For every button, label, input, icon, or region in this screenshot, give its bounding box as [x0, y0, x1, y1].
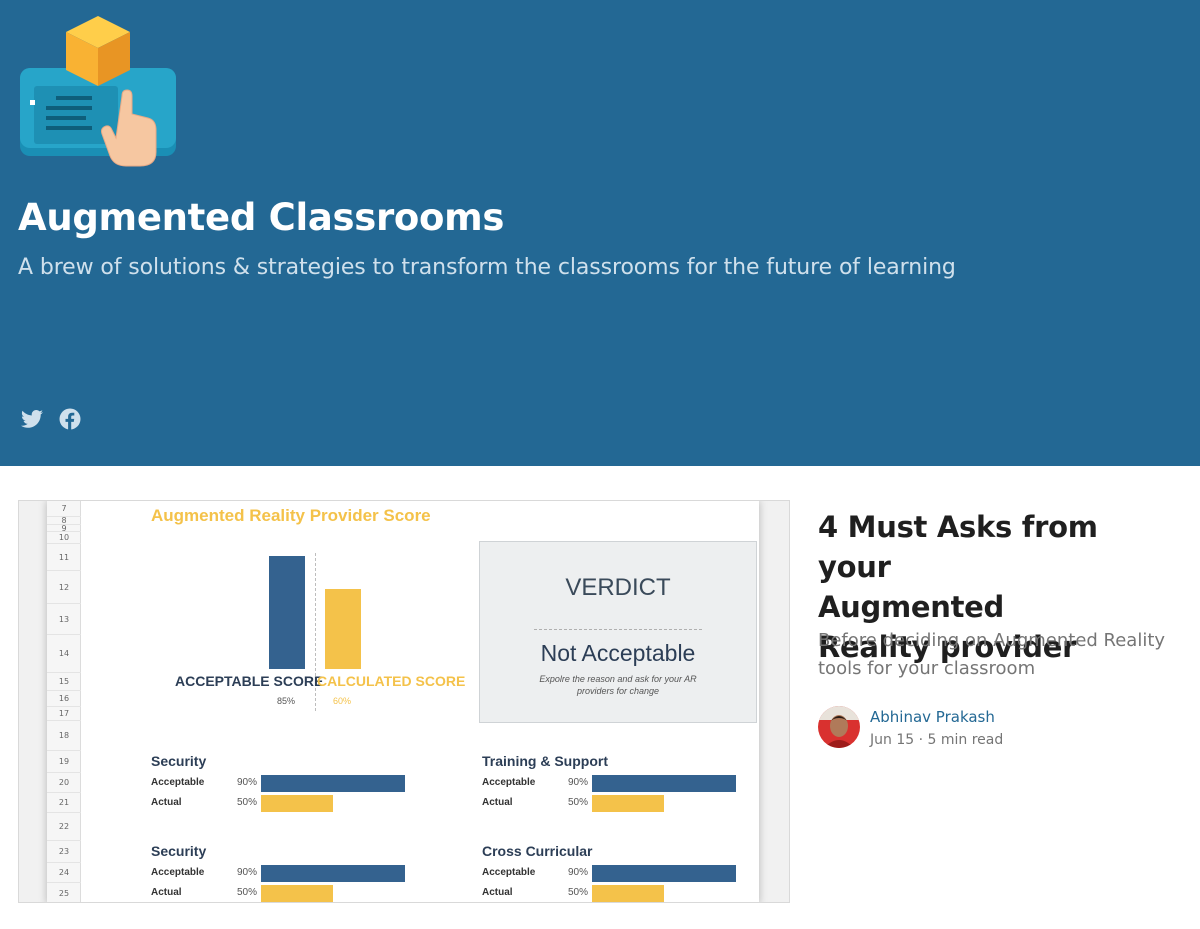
metric-row-label: Actual — [151, 887, 182, 898]
metric-row-label: Actual — [482, 887, 513, 898]
metric-row-label: Actual — [151, 797, 182, 808]
row-number: 17 — [47, 707, 81, 721]
meta-separator: · — [918, 732, 924, 748]
metric-title: Cross Curricular — [482, 843, 593, 859]
calculated-score-value: 60% — [333, 696, 352, 706]
facebook-icon[interactable] — [58, 407, 82, 431]
post-meta: Jun 15 · 5 min read — [870, 732, 1003, 748]
row-number: 9 — [47, 525, 81, 533]
avatar[interactable] — [818, 706, 860, 748]
metric-block: Security Acceptable 90% Actual 50% — [151, 843, 421, 902]
calculated-score-bar — [325, 589, 361, 669]
metric-block: Security Acceptable 90% Actual 50% — [151, 753, 421, 823]
divider — [534, 629, 702, 630]
row-number: 21 — [47, 793, 81, 813]
row-number: 18 — [47, 721, 81, 751]
row-number: 23 — [47, 841, 81, 863]
row-number: 13 — [47, 604, 81, 635]
author-byline: Abhinav Prakash Jun 15 · 5 min read — [818, 706, 1003, 748]
metric-row-value: 90% — [568, 867, 589, 878]
metric-row-value: 90% — [237, 867, 258, 878]
image-chart-title: Augmented Reality Provider Score — [151, 506, 431, 525]
verdict-box: VERDICT Not Acceptable Expolre the reaso… — [479, 541, 757, 723]
ar-cube-hand-icon[interactable] — [18, 14, 178, 174]
actual-bar — [261, 885, 333, 902]
actual-bar — [592, 795, 664, 812]
row-number: 25 — [47, 883, 81, 902]
acceptable-score-label: ACCEPTABLE SCORE — [175, 673, 324, 689]
row-number: 12 — [47, 571, 81, 604]
metric-title: Security — [151, 843, 207, 859]
author-name[interactable]: Abhinav Prakash — [870, 708, 1003, 726]
metric-row-value: 50% — [237, 887, 258, 898]
spreadsheet-screenshot: 7 8 9 10 11 12 13 14 15 16 17 18 19 20 21 22 23 24 25 Augm… — [47, 501, 759, 902]
article-title-line[interactable]: 4 Must Asks from your — [818, 507, 1178, 587]
publication-header: Augmented Classrooms A brew of solutions… — [0, 0, 1200, 466]
row-number: 10 — [47, 532, 81, 544]
row-number: 11 — [47, 544, 81, 571]
row-number: 7 — [47, 501, 81, 517]
social-links — [20, 407, 82, 431]
metric-row-label: Acceptable — [151, 867, 205, 878]
row-number: 14 — [47, 635, 81, 673]
row-numbers: 7 8 9 10 11 12 13 14 15 16 17 18 19 20 21 22 23 24 25 — [47, 501, 81, 902]
metric-row-value: 90% — [568, 777, 589, 788]
row-number: 22 — [47, 813, 81, 841]
acceptable-score-value: 85% — [277, 696, 296, 706]
metric-title: Security — [151, 753, 207, 769]
metric-row-label: Acceptable — [482, 867, 536, 878]
article-title-line[interactable]: Augmented — [818, 587, 1178, 627]
read-time: 5 min read — [927, 732, 1004, 748]
actual-bar — [261, 795, 333, 812]
row-number: 16 — [47, 691, 81, 707]
row-number: 19 — [47, 751, 81, 773]
metric-row-label: Acceptable — [151, 777, 205, 788]
metric-row-value: 50% — [568, 797, 589, 808]
metric-block: Cross Curricular Acceptable 90% Actual 5… — [482, 843, 752, 902]
metric-row-value: 50% — [237, 797, 258, 808]
metric-row-value: 50% — [568, 887, 589, 898]
row-number: 15 — [47, 673, 81, 691]
verdict-note: Expolre the reason and ask for your AR p… — [539, 674, 697, 696]
acceptable-bar — [592, 865, 736, 882]
metric-row-label: Acceptable — [482, 777, 536, 788]
acceptable-bar — [261, 865, 405, 882]
metric-block: Training & Support Acceptable 90% Actual… — [482, 753, 752, 823]
calculated-score-label: CALCULATED SCORE — [317, 673, 466, 689]
row-number: 20 — [47, 773, 81, 793]
metric-row-value: 90% — [237, 777, 258, 788]
publication-title[interactable]: Augmented Classrooms — [18, 196, 504, 239]
row-number: 24 — [47, 863, 81, 883]
twitter-icon[interactable] — [20, 407, 44, 431]
article-preview-image[interactable]: 7 8 9 10 11 12 13 14 15 16 17 18 19 20 21 22 23 24 25 Augm… — [18, 500, 790, 903]
acceptable-bar — [592, 775, 736, 792]
verdict-heading: VERDICT — [565, 574, 671, 601]
metric-title: Training & Support — [482, 753, 608, 769]
publication-tagline: A brew of solutions & strategies to tran… — [18, 255, 956, 280]
metric-row-label: Actual — [482, 797, 513, 808]
article-subtitle[interactable]: Before deciding on Augmented Reality too… — [818, 627, 1188, 683]
post-date: Jun 15 — [870, 732, 915, 748]
acceptable-score-bar — [269, 556, 305, 669]
verdict-value: Not Acceptable — [540, 640, 696, 666]
acceptable-bar — [261, 775, 405, 792]
actual-bar — [592, 885, 664, 902]
